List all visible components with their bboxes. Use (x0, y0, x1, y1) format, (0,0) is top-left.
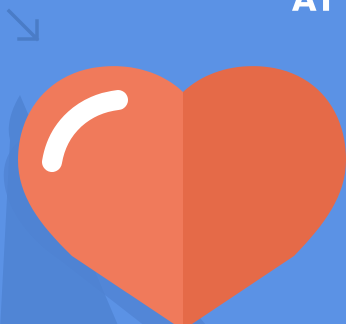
heart-icon (0, 66, 346, 324)
heart-illustration-scene: AT (0, 0, 346, 324)
heart-right-half (183, 66, 346, 324)
